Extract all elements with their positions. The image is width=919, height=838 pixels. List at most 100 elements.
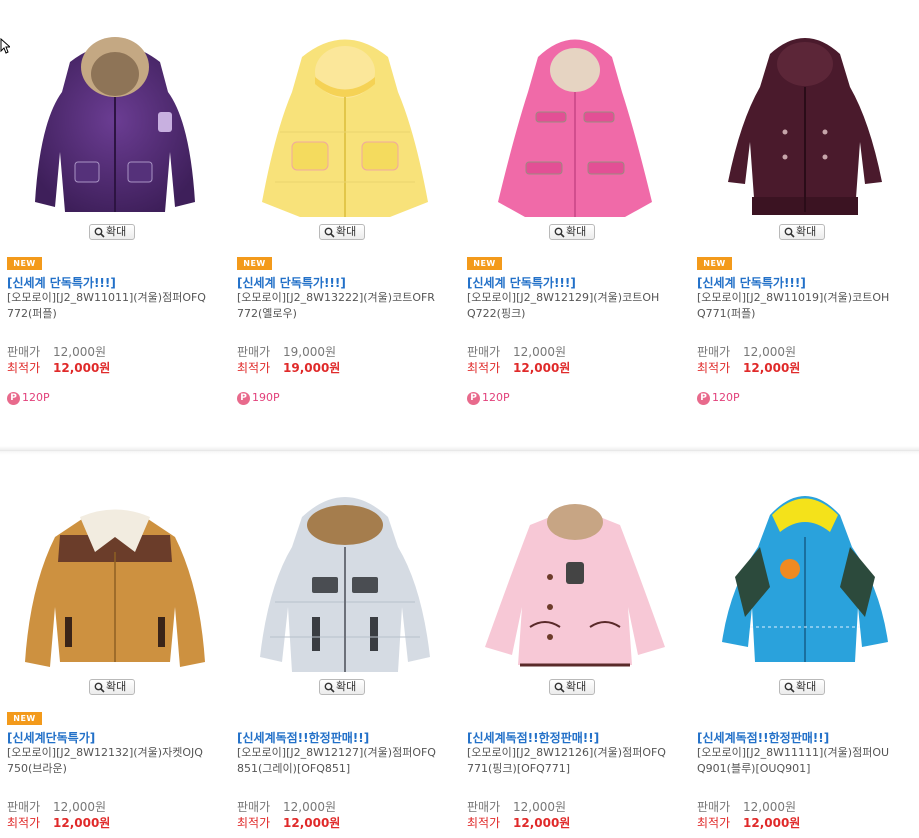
sale-price-value: 19,000원 [283,345,337,359]
zoom-label: 확대 [796,680,817,693]
sale-price: 판매가 12,000원 [697,343,796,360]
sale-price: 판매가 12,000원 [697,798,796,815]
sale-price: 판매가 12,000원 [7,343,106,360]
zoom-label: 확대 [796,225,817,238]
product-card: 확대 NEW [신세계 단독특가!!!] [오모로이][J2_8W11011](… [0,0,230,447]
promo-link[interactable]: [신세계독점!!한정판매!!] [697,729,829,746]
product-name-link[interactable]: [오모로이][J2_8W11011](겨울)점퍼OFQ772(퍼플) [7,290,207,322]
promo-link[interactable]: [신세계 단독특가!!!] [697,274,806,291]
purple-jacket-image[interactable] [0,22,230,222]
magnifier-icon [324,682,335,693]
product-name-link[interactable]: [오모로이][J2_8W11019](겨울)코트OHQ771(퍼플) [697,290,897,322]
zoom-button[interactable]: 확대 [89,224,135,240]
product-name-link[interactable]: [오모로이][J2_8W12129](겨울)코트OHQ722(핑크) [467,290,667,322]
best-price-label: 최적가 [697,361,731,375]
product-card: 확대 NEW [신세계단독특가] [오모로이][J2_8W12132](겨울)자… [0,455,230,838]
zoom-button[interactable]: 확대 [549,224,595,240]
product-card: 확대 NEW [신세계 단독특가!!!] [오모로이][J2_8W11019](… [690,0,919,447]
product-name-link[interactable]: [오모로이][J2_8W12126](겨울)점퍼OFQ771(핑크)[OFQ77… [467,745,667,777]
zoom-button[interactable]: 확대 [89,679,135,695]
sale-price-value: 12,000원 [743,345,797,359]
best-price: 최적가 12,000원 [697,359,800,376]
yellow-coat-image[interactable] [230,22,460,222]
promo-link[interactable]: [신세계단독특가] [7,729,95,746]
zoom-label: 확대 [566,225,587,238]
sale-price-label: 판매가 [7,800,41,814]
best-price: 최적가 12,000원 [7,359,110,376]
sale-price-label: 판매가 [697,345,731,359]
sale-price-value: 12,000원 [283,800,337,814]
zoom-button[interactable]: 확대 [779,679,825,695]
grey-padded-jumper-image[interactable] [230,477,460,677]
product-card: 확대 [신세계독점!!한정판매!!] [오모로이][J2_8W12126](겨울… [460,455,690,838]
pink-coat-image[interactable] [460,22,690,222]
product-row-1: 확대 NEW [신세계 단독특가!!!] [오모로이][J2_8W11011](… [0,0,919,447]
best-price-value: 12,000원 [53,361,111,375]
product-card: 확대 [신세계독점!!한정판매!!] [오모로이][J2_8W11111](겨울… [690,455,919,838]
magnifier-icon [784,227,795,238]
product-name-link[interactable]: [오모로이][J2_8W13222](겨울)코트OFR772(옐로우) [237,290,437,322]
sale-price-value: 12,000원 [53,345,107,359]
product-name-link[interactable]: [오모로이][J2_8W12132](겨울)자켓OJQ750(브라운) [7,745,207,777]
new-badge: NEW [237,257,272,270]
best-price-value: 19,000원 [283,361,341,375]
magnifier-icon [554,682,565,693]
promo-link[interactable]: [신세계 단독특가!!!] [467,274,576,291]
reward-points: P 120P [467,391,510,405]
blue-hooded-jumper-image[interactable] [690,477,919,677]
light-pink-quilted-coat-image[interactable] [460,477,690,677]
product-name-link[interactable]: [오모로이][J2_8W12127](겨울)점퍼OFQ851(그레이)[OFQ8… [237,745,437,777]
zoom-button[interactable]: 확대 [319,679,365,695]
best-price-value: 12,000원 [513,816,571,830]
zoom-label: 확대 [106,680,127,693]
zoom-button[interactable]: 확대 [549,679,595,695]
promo-link[interactable]: [신세계독점!!한정판매!!] [237,729,369,746]
magnifier-icon [324,227,335,238]
points-value: 120P [712,391,740,404]
best-price-value: 12,000원 [743,816,801,830]
zoom-button[interactable]: 확대 [319,224,365,240]
sale-price-label: 판매가 [697,800,731,814]
points-value: 190P [252,391,280,404]
sale-price-value: 12,000원 [743,800,797,814]
plum-coat-image[interactable] [690,22,919,222]
magnifier-icon [784,682,795,693]
best-price: 최적가 12,000원 [697,814,800,831]
sale-price-label: 판매가 [237,345,271,359]
sale-price-label: 판매가 [467,345,501,359]
best-price-label: 최적가 [467,361,501,375]
best-price-label: 최적가 [7,361,41,375]
zoom-label: 확대 [106,225,127,238]
new-badge: NEW [7,257,42,270]
zoom-label: 확대 [336,680,357,693]
best-price-value: 12,000원 [283,816,341,830]
sale-price: 판매가 19,000원 [237,343,336,360]
sale-price: 판매가 12,000원 [237,798,336,815]
zoom-button[interactable]: 확대 [779,224,825,240]
magnifier-icon [94,227,105,238]
promo-link[interactable]: [신세계 단독특가!!!] [237,274,346,291]
sale-price: 판매가 12,000원 [467,343,566,360]
best-price-label: 최적가 [467,816,501,830]
brown-corduroy-jacket-image[interactable] [0,477,230,677]
reward-points: P 190P [237,391,280,405]
sale-price-value: 12,000원 [513,345,567,359]
magnifier-icon [94,682,105,693]
zoom-label: 확대 [336,225,357,238]
product-card: 확대 [신세계독점!!한정판매!!] [오모로이][J2_8W12127](겨울… [230,455,460,838]
sale-price: 판매가 12,000원 [7,798,106,815]
promo-link[interactable]: [신세계 단독특가!!!] [7,274,116,291]
promo-link[interactable]: [신세계독점!!한정판매!!] [467,729,599,746]
point-icon: P [7,391,20,405]
new-badge: NEW [467,257,502,270]
best-price: 최적가 12,000원 [467,359,570,376]
best-price-value: 12,000원 [513,361,571,375]
product-name-link[interactable]: [오모로이][J2_8W11111](겨울)점퍼OUQ901(블루)[OUQ90… [697,745,897,777]
best-price-label: 최적가 [697,816,731,830]
best-price: 최적가 12,000원 [7,814,110,831]
magnifier-icon [554,227,565,238]
best-price: 최적가 19,000원 [237,359,340,376]
sale-price-label: 판매가 [237,800,271,814]
points-value: 120P [22,391,50,404]
reward-points: P 120P [7,391,50,405]
